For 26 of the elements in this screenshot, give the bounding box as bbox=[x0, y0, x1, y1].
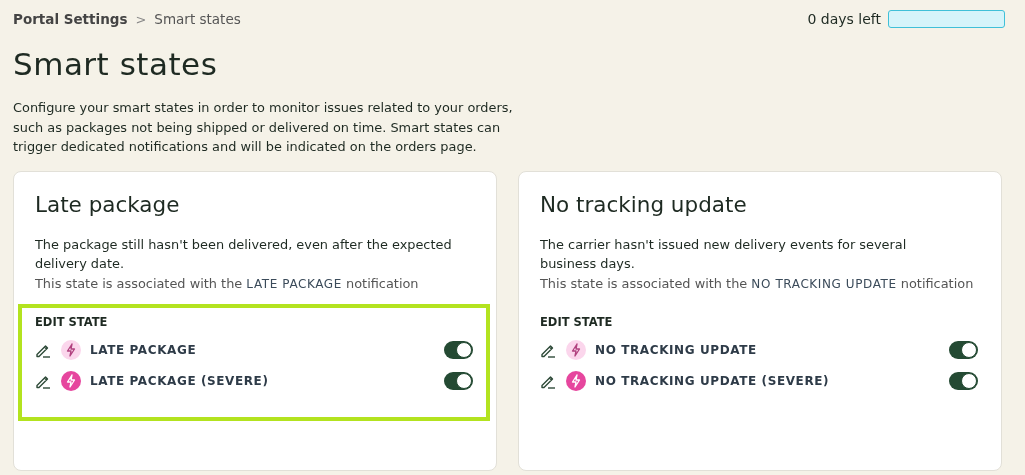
breadcrumb-current: Smart states bbox=[154, 11, 241, 27]
state-label: LATE PACKAGE bbox=[90, 343, 198, 357]
card-description: The package still hasn't been delivered, even after the expected delivery date. bbox=[35, 235, 453, 273]
state-label: NO TRACKING UPDATE bbox=[595, 343, 758, 357]
card-title: Late package bbox=[35, 191, 181, 217]
breadcrumb-separator: > bbox=[135, 11, 147, 27]
state-label: LATE PACKAGE (SEVERE) bbox=[90, 374, 270, 388]
state-toggle[interactable] bbox=[444, 372, 473, 390]
breadcrumb-link[interactable]: Portal Settings bbox=[13, 11, 128, 27]
edit-state-heading: EDIT STATE bbox=[540, 314, 614, 329]
page-description: Configure your smart states in order to monitor issues related to your orders, such as packages not being shipped or delivered on time. Smart states can trigger dedicated notifications and will be indicated on the orders page. bbox=[13, 99, 514, 156]
page-title: Smart states bbox=[13, 46, 219, 82]
state-label: NO TRACKING UPDATE (SEVERE) bbox=[595, 374, 831, 388]
state-toggle[interactable] bbox=[949, 341, 978, 359]
card-description: The carrier hasn't issued new delivery events for several business days. bbox=[540, 235, 908, 273]
card-title: No tracking update bbox=[540, 191, 748, 217]
pencil-icon[interactable] bbox=[540, 342, 556, 358]
pencil-icon[interactable] bbox=[35, 342, 51, 358]
edit-state-heading: EDIT STATE bbox=[35, 314, 109, 329]
association-note: This state is associated with the NO TRACKING UPDATE notification bbox=[540, 274, 975, 293]
state-toggle[interactable] bbox=[444, 341, 473, 359]
state-toggle[interactable] bbox=[949, 372, 978, 390]
pencil-icon[interactable] bbox=[35, 373, 51, 389]
trial-days-left: 0 days left bbox=[807, 11, 881, 27]
association-note: This state is associated with the LATE PACKAGE notification bbox=[35, 274, 420, 293]
pencil-icon[interactable] bbox=[540, 373, 556, 389]
